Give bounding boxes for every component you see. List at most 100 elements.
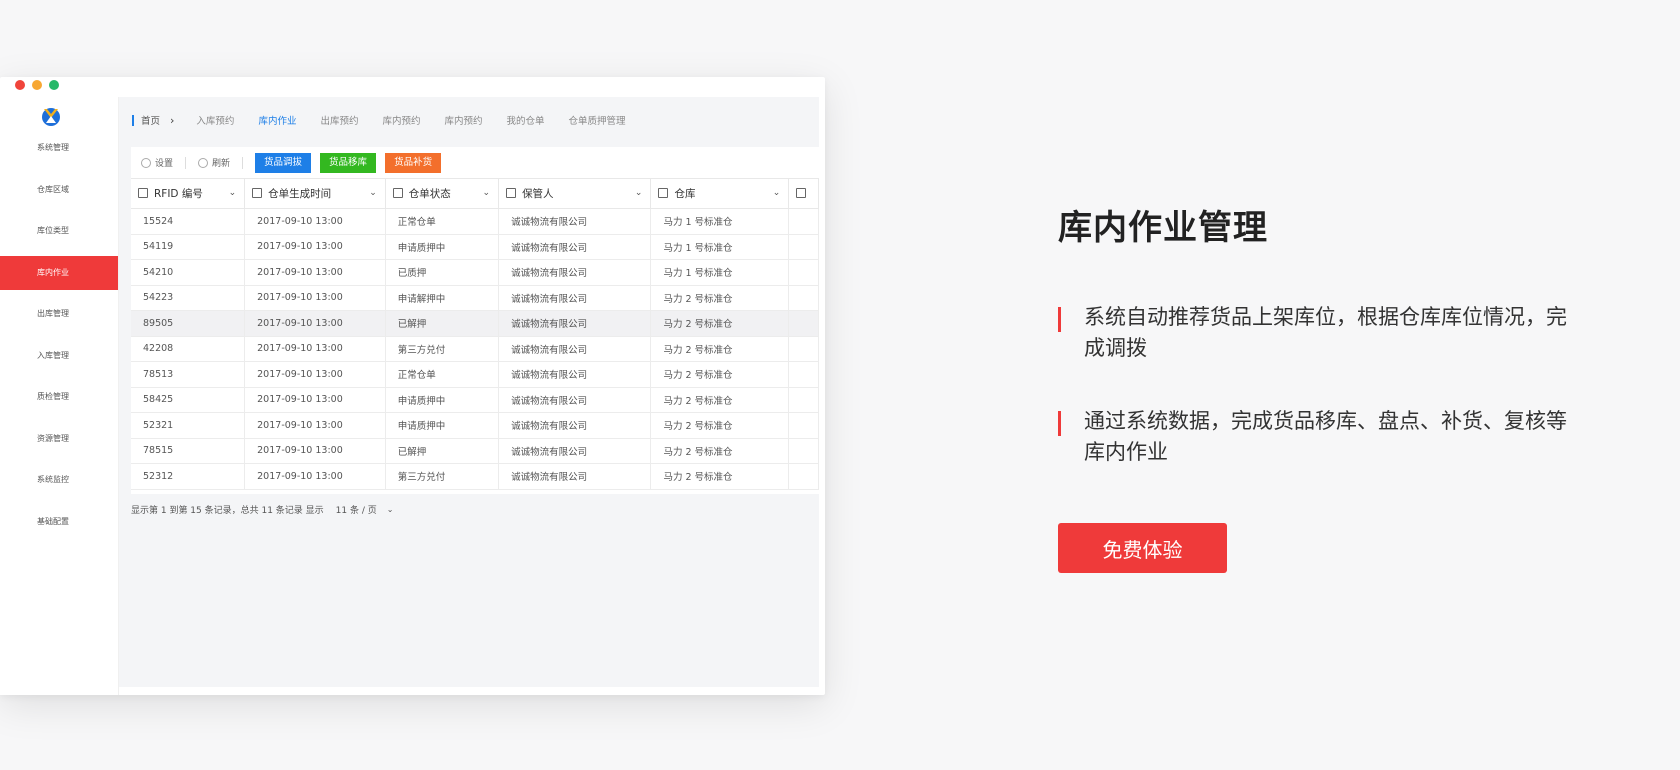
sidebar-item-system[interactable]: 系统管理: [0, 131, 118, 165]
sidebar-item-base-config[interactable]: 基础配置: [0, 505, 118, 539]
table-cell: 2017-09-10 13:00: [244, 285, 386, 311]
header-label: 仓单生成时间: [268, 188, 332, 200]
table-cell: 2017-09-10 13:00: [244, 463, 386, 490]
table-cell: 42208: [131, 336, 246, 362]
close-dot-icon[interactable]: [15, 80, 25, 90]
tab-internal-booking-1[interactable]: 库内预约: [382, 113, 420, 127]
app-window: 系统管理 仓库区域 库位类型 库内作业 出库管理 入库管理 质检管理 资源管理 …: [0, 77, 825, 695]
table-row[interactable]: 78515 2017-09-10 13:00 已解押 诚诚物流有限公司 马力 2 号标准…: [131, 438, 819, 464]
tab-internal-booking-2[interactable]: 库内预约: [444, 113, 482, 127]
table-cell: [788, 361, 819, 388]
tab-in-warehouse-ops[interactable]: 库内作业: [258, 113, 296, 127]
table-cell: 第三方兑付: [385, 463, 500, 490]
table-cell: 15524: [131, 208, 246, 235]
table-cell: 2017-09-10 13:00: [244, 234, 386, 260]
sidebar-item-outbound[interactable]: 出库管理: [0, 297, 118, 331]
table-cell: 89505: [131, 310, 246, 337]
table-cell: 2017-09-10 13:00: [244, 361, 386, 388]
column-header-created-time[interactable]: 仓单生成时间 ⌄: [244, 178, 386, 209]
sidebar-item-location-type[interactable]: 库位类型: [0, 214, 118, 248]
column-header-warehouse[interactable]: 仓库 ⌄: [650, 178, 790, 209]
sidebar-item-in-warehouse-ops[interactable]: 库内作业: [0, 255, 118, 290]
table-cell: 已质押: [385, 259, 500, 286]
column-header-custodian[interactable]: 保管人 ⌄: [498, 178, 652, 209]
table-row[interactable]: 54223 2017-09-10 13:00 申请解押中 诚诚物流有限公司 马力 2 号…: [131, 285, 819, 311]
chevron-down-icon[interactable]: ⌄: [387, 505, 394, 514]
table-cell: 78515: [131, 438, 246, 464]
table-cell: 诚诚物流有限公司: [498, 285, 652, 311]
breadcrumb-marker: [132, 114, 134, 126]
sidebar-item-resources[interactable]: 资源管理: [0, 422, 118, 456]
chevron-down-icon[interactable]: ⌄: [229, 188, 237, 198]
chevron-down-icon[interactable]: ⌄: [483, 188, 491, 198]
logo-icon: [42, 108, 60, 126]
table-cell: 54223: [131, 285, 246, 311]
settings-button[interactable]: 设置: [141, 156, 173, 169]
window-controls: [15, 80, 59, 90]
table-body: 15524 2017-09-10 13:00 正常仓单 诚诚物流有限公司 马力 1 号标…: [131, 208, 819, 490]
chevron-down-icon[interactable]: ⌄: [635, 188, 643, 198]
refresh-button[interactable]: 刷新: [198, 156, 230, 169]
table-cell: 2017-09-10 13:00: [244, 208, 386, 235]
move-goods-button[interactable]: 货品移库: [320, 152, 377, 173]
column-header-status[interactable]: 仓单状态 ⌄: [385, 178, 500, 209]
table-cell: 马力 2 号标准仓: [650, 387, 790, 413]
table-row[interactable]: 89505 2017-09-10 13:00 已解押 诚诚物流有限公司 马力 2 号标准…: [131, 310, 819, 337]
table-cell: [788, 463, 819, 490]
hierarchy-icon: [392, 188, 403, 198]
table-row[interactable]: 78513 2017-09-10 13:00 正常仓单 诚诚物流有限公司 马力 2 号标…: [131, 361, 819, 388]
table-cell: 正常仓单: [385, 208, 500, 235]
feature-text: 系统自动推荐货品上架库位，根据仓库库位情况，完成调拨: [1084, 305, 1567, 360]
minimize-dot-icon[interactable]: [32, 80, 42, 90]
table-cell: 52321: [131, 412, 246, 439]
table-cell: [788, 310, 819, 337]
table-cell: 申请质押中: [385, 387, 500, 413]
chevron-down-icon[interactable]: ⌄: [773, 188, 781, 198]
free-trial-button[interactable]: 免费体验: [1058, 523, 1227, 573]
header-label: RFID 编号: [154, 188, 203, 200]
table-cell: [788, 412, 819, 439]
sidebar-item-inbound[interactable]: 入库管理: [0, 339, 118, 373]
table-cell: 马力 2 号标准仓: [650, 336, 790, 362]
chevron-down-icon[interactable]: ⌄: [369, 188, 377, 198]
tab-outbound-booking[interactable]: 出库预约: [320, 113, 358, 127]
accent-bar: [1058, 411, 1061, 436]
toolbar: 设置 刷新 货品调拔 货品移库 货品补货: [131, 147, 819, 178]
sidebar-item-warehouse-area[interactable]: 仓库区域: [0, 173, 118, 207]
pagination-summary: 显示第 1 到第 15 条记录，总共 11 条记录 显示: [131, 506, 324, 516]
accent-bar: [1058, 307, 1061, 332]
tab-my-receipts[interactable]: 我的仓单: [507, 113, 545, 127]
sidebar-item-monitor[interactable]: 系统监控: [0, 463, 118, 497]
table-cell: 马力 2 号标准仓: [650, 438, 790, 464]
table-cell: 诚诚物流有限公司: [498, 463, 652, 490]
table-row[interactable]: 52312 2017-09-10 13:00 第三方兑付 诚诚物流有限公司 马力 2 号…: [131, 463, 819, 490]
table-cell: 马力 2 号标准仓: [650, 412, 790, 439]
tab-inbound-booking[interactable]: 入库预约: [196, 113, 234, 127]
replenish-goods-button[interactable]: 货品补货: [385, 152, 442, 173]
maximize-dot-icon[interactable]: [49, 80, 59, 90]
page-title: 库内作业管理: [1058, 208, 1268, 248]
sidebar-item-quality[interactable]: 质检管理: [0, 380, 118, 414]
header-label: 仓库: [674, 188, 696, 200]
table-row[interactable]: 52321 2017-09-10 13:00 申请质押中 诚诚物流有限公司 马力 2 号…: [131, 412, 819, 439]
table-row[interactable]: 54210 2017-09-10 13:00 已质押 诚诚物流有限公司 马力 1 号标准…: [131, 259, 819, 286]
table-cell: 诚诚物流有限公司: [498, 361, 652, 388]
table-cell: 2017-09-10 13:00: [244, 412, 386, 439]
table-row[interactable]: 42208 2017-09-10 13:00 第三方兑付 诚诚物流有限公司 马力 2 号…: [131, 336, 819, 362]
breadcrumb[interactable]: 首页 ›: [132, 113, 174, 127]
table-row[interactable]: 15524 2017-09-10 13:00 正常仓单 诚诚物流有限公司 马力 1 号标…: [131, 208, 819, 235]
tab-pledge-management[interactable]: 仓单质押管理: [569, 113, 626, 127]
column-header-more[interactable]: [788, 178, 819, 209]
breadcrumb-home[interactable]: 首页: [141, 113, 160, 127]
table-cell: [788, 234, 819, 260]
table-cell: 54210: [131, 259, 246, 286]
table-cell: 52312: [131, 463, 246, 490]
table-row[interactable]: 54119 2017-09-10 13:00 申请质押中 诚诚物流有限公司 马力 1 号…: [131, 234, 819, 260]
table-cell: [788, 336, 819, 362]
table-cell: 2017-09-10 13:00: [244, 336, 386, 362]
table-row[interactable]: 58425 2017-09-10 13:00 申请质押中 诚诚物流有限公司 马力 2 号…: [131, 387, 819, 413]
page-size-select[interactable]: 11 条 / 页: [336, 503, 377, 516]
column-header-rfid[interactable]: RFID 编号 ⌄: [131, 178, 246, 209]
transfer-goods-button[interactable]: 货品调拔: [255, 152, 312, 173]
user-icon: [796, 187, 807, 198]
